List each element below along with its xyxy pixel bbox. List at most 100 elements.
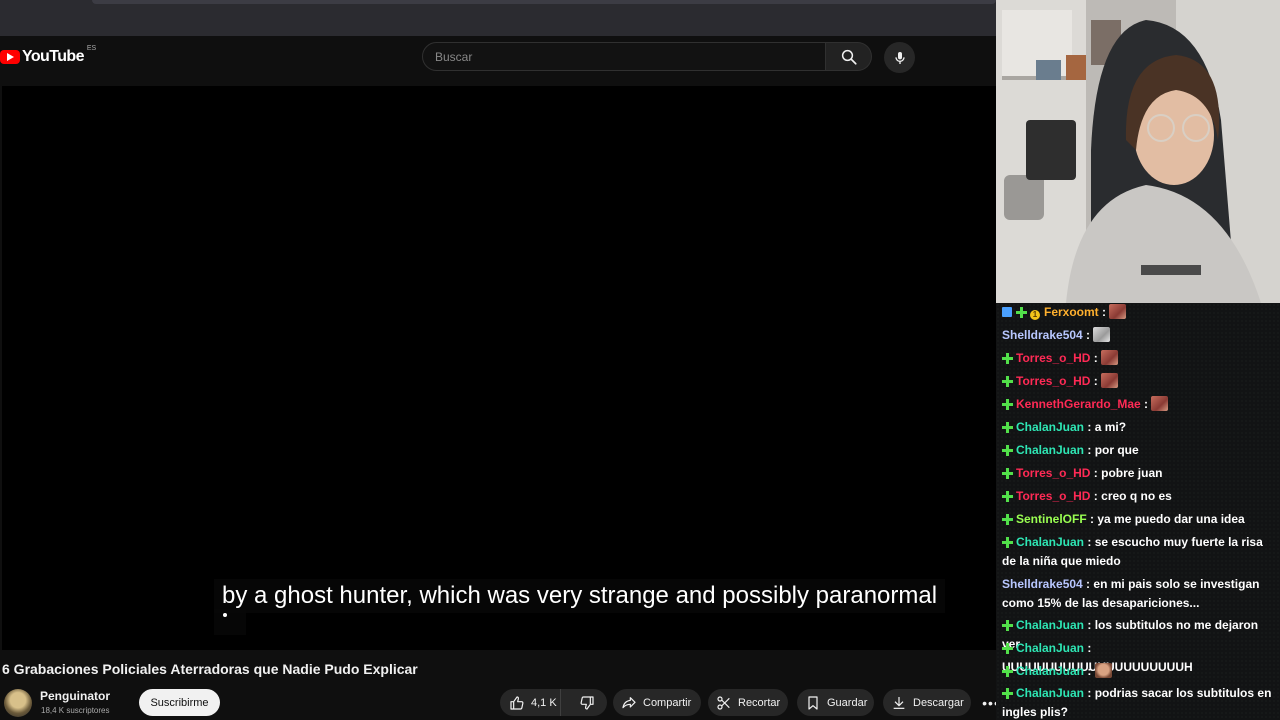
- chat-username[interactable]: ChalanJuan: [1016, 535, 1084, 549]
- channel-avatar[interactable]: [4, 689, 32, 717]
- chat-separator: :: [1090, 351, 1102, 365]
- chat-username[interactable]: ChalanJuan: [1016, 664, 1084, 678]
- face-emote-icon: [1094, 663, 1112, 678]
- like-button[interactable]: 4,1 K: [500, 689, 561, 716]
- chat-separator: :: [1084, 641, 1092, 655]
- chat-separator: :: [1082, 328, 1094, 342]
- streamer-webcam-image: [996, 0, 1280, 303]
- chat-username[interactable]: ChalanJuan: [1016, 443, 1084, 457]
- share-icon: [622, 696, 636, 708]
- coin-badge-icon: 1: [1030, 310, 1040, 320]
- subscriber-badge-icon: [1002, 620, 1013, 631]
- chat-text: creo q no es: [1101, 489, 1172, 503]
- subtitle-second-line: [214, 609, 246, 635]
- chat-message: Torres_o_HD :: [1002, 349, 1278, 368]
- youtube-play-icon: [0, 50, 20, 64]
- browser-url-bar[interactable]: [92, 0, 996, 4]
- chat-username[interactable]: KennethGerardo_Mae: [1016, 397, 1141, 411]
- channel-name[interactable]: Penguinator: [40, 689, 110, 703]
- search-input[interactable]: [423, 43, 825, 70]
- chat-separator: :: [1082, 577, 1094, 591]
- chat-username[interactable]: ChalanJuan: [1016, 686, 1084, 700]
- chat-username[interactable]: SentinelOFF: [1016, 512, 1087, 526]
- chat-message: 1 Ferxoomt :: [1002, 303, 1278, 322]
- region-code: ES: [86, 44, 97, 52]
- subtitle-period-glyph: [223, 613, 227, 617]
- chat-text: pobre juan: [1101, 466, 1163, 480]
- chat-separator: :: [1140, 397, 1152, 411]
- meat-emote-icon: [1151, 396, 1169, 411]
- subscriber-badge-icon: [1002, 353, 1013, 364]
- chat-username[interactable]: Torres_o_HD: [1016, 351, 1090, 365]
- subscriber-badge-icon: [1002, 422, 1013, 433]
- share-button[interactable]: Compartir: [613, 689, 701, 716]
- chat-username[interactable]: ChalanJuan: [1016, 618, 1084, 632]
- webcam-feed: [996, 0, 1280, 303]
- youtube-wordmark: YouTube: [22, 48, 84, 65]
- voice-search-button[interactable]: [884, 42, 915, 73]
- download-label: Descargar: [913, 696, 964, 709]
- prime-badge-icon: [1002, 307, 1012, 317]
- youtube-logo[interactable]: YouTube ES: [0, 44, 97, 68]
- scissors-icon: [717, 695, 730, 710]
- subscriber-badge-icon: [1002, 376, 1013, 387]
- download-icon: [893, 696, 905, 709]
- stream-chat: 1 Ferxoomt : Shelldrake504 : Torres_o_HD …: [996, 303, 1280, 720]
- subscriber-badge-icon: [1016, 307, 1027, 318]
- bookmark-icon: [808, 695, 818, 710]
- chat-username[interactable]: Torres_o_HD: [1016, 489, 1090, 503]
- chat-message: SentinelOFF : ya me puedo dar una idea: [1002, 510, 1278, 529]
- subscriber-badge-icon: [1002, 537, 1013, 548]
- chat-message: Torres_o_HD :: [1002, 372, 1278, 391]
- chat-username[interactable]: ChalanJuan: [1016, 641, 1084, 655]
- browser-toolbar: [0, 0, 996, 36]
- chat-username[interactable]: Shelldrake504: [1002, 328, 1083, 342]
- subscriber-badge-icon: [1002, 491, 1013, 502]
- chat-message: Torres_o_HD : creo q no es: [1002, 487, 1278, 506]
- search-button[interactable]: [826, 42, 872, 71]
- subscriber-badge-icon: [1002, 666, 1013, 677]
- chat-username[interactable]: Ferxoomt: [1044, 305, 1099, 319]
- chat-separator: :: [1084, 618, 1095, 632]
- chat-message: KennethGerardo_Mae :: [1002, 395, 1278, 414]
- chat-username[interactable]: ChalanJuan: [1016, 420, 1084, 434]
- chat-separator: :: [1098, 305, 1110, 319]
- dislike-button[interactable]: [567, 689, 607, 716]
- chat-separator: :: [1084, 664, 1095, 678]
- video-player[interactable]: by a ghost hunter, which was very strang…: [2, 86, 996, 650]
- thumbs-up-icon: [510, 695, 524, 710]
- microphone-icon: [894, 51, 905, 64]
- clip-label: Recortar: [738, 696, 781, 709]
- chat-separator: :: [1084, 535, 1095, 549]
- subscribe-button[interactable]: Suscribirme: [139, 689, 220, 716]
- like-dislike-group: 4,1 K: [500, 689, 607, 716]
- chat-message: Shelldrake504 :: [1002, 326, 1278, 345]
- chat-username[interactable]: Torres_o_HD: [1016, 374, 1090, 388]
- subscriber-badge-icon: [1002, 643, 1013, 654]
- thumbs-down-icon: [580, 695, 594, 710]
- chat-text: ya me puedo dar una idea: [1097, 512, 1245, 526]
- save-label: Guardar: [827, 696, 868, 709]
- youtube-header: YouTube ES: [0, 36, 996, 86]
- chat-separator: :: [1090, 466, 1102, 480]
- chat-separator: :: [1084, 420, 1095, 434]
- subscriber-badge-icon: [1002, 399, 1013, 410]
- chat-separator: :: [1090, 374, 1102, 388]
- chat-username[interactable]: Shelldrake504: [1002, 577, 1083, 591]
- video-title: 6 Grabaciones Policiales Aterradoras que…: [2, 661, 418, 677]
- subtitle-text: by a ghost hunter, which was very strang…: [214, 579, 946, 613]
- chat-message: ChalanJuan :: [1002, 662, 1278, 681]
- meat-emote-icon: [1109, 304, 1127, 319]
- download-button[interactable]: Descargar: [883, 689, 971, 716]
- search-icon: [841, 49, 857, 65]
- chat-text: a mi?: [1094, 420, 1127, 434]
- like-count: 4,1 K: [531, 696, 557, 709]
- clip-button[interactable]: Recortar: [708, 689, 788, 716]
- chat-message: Shelldrake504 : en mi pais solo se inves…: [1002, 575, 1278, 613]
- cat-emote-icon: [1093, 327, 1111, 342]
- chat-separator: :: [1084, 443, 1095, 457]
- save-button[interactable]: Guardar: [797, 689, 874, 716]
- chat-separator: :: [1084, 686, 1095, 700]
- chat-username[interactable]: Torres_o_HD: [1016, 466, 1090, 480]
- chat-separator: :: [1090, 489, 1102, 503]
